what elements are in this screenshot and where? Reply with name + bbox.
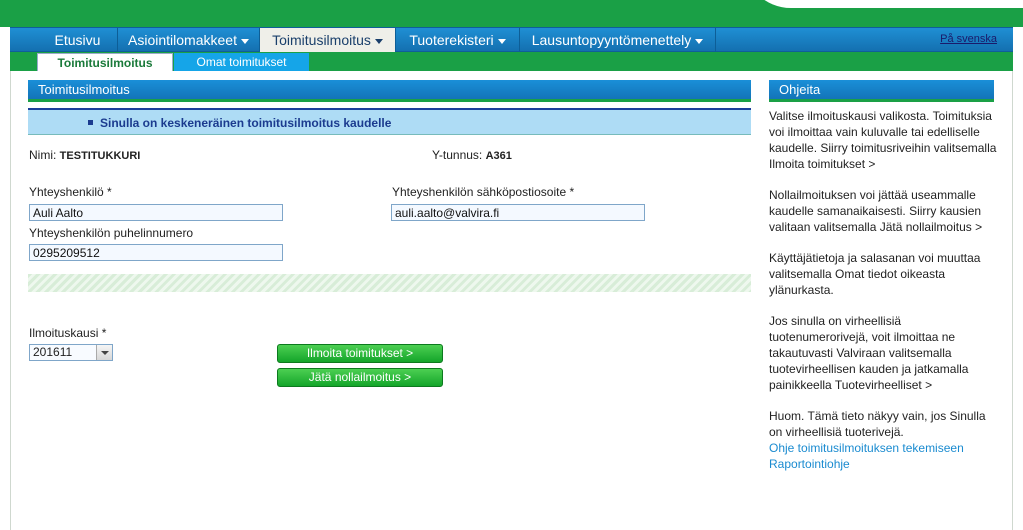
phone-input[interactable] bbox=[29, 244, 283, 261]
name-label: Nimi: bbox=[29, 148, 57, 162]
chevron-down-icon bbox=[240, 38, 249, 44]
nav-item-asiointilomakkeet[interactable]: Asiointilomakkeet bbox=[118, 28, 260, 52]
nav-item-etusivu[interactable]: Etusivu bbox=[38, 28, 118, 52]
phone-label: Yhteyshenkilön puhelinnumero bbox=[29, 226, 194, 240]
language-link[interactable]: På svenska bbox=[940, 33, 997, 45]
help-paragraph: Käyttäjätietoja ja salasanan voi muuttaa… bbox=[769, 251, 981, 297]
section-divider bbox=[28, 274, 751, 292]
help-paragraph: Huom. Tämä tieto näkyy vain, jos Sinulla… bbox=[769, 409, 986, 439]
sub-nav: Toimitusilmoitus Omat toimitukset bbox=[10, 52, 1013, 71]
help-paragraph: Jos sinulla on virheellisiä tuotenumeror… bbox=[769, 314, 969, 392]
main-panel-title: Toimitusilmoitus bbox=[28, 80, 751, 102]
subtab-toimitusilmoitus[interactable]: Toimitusilmoitus bbox=[37, 53, 173, 71]
status-notice: Sinulla on keskeneräinen toimitusilmoitu… bbox=[28, 108, 751, 135]
contact-label: Yhteyshenkilö * bbox=[29, 185, 112, 199]
help-paragraph: Nollailmoituksen voi jättää useammalle k… bbox=[769, 188, 983, 234]
notice-text: Sinulla on keskeneräinen toimitusilmoitu… bbox=[88, 116, 391, 130]
chevron-down-icon bbox=[695, 38, 704, 44]
nav-item-label: Tuoterekisteri bbox=[409, 32, 494, 48]
nav-item-label: Toimitusilmoitus bbox=[272, 32, 371, 48]
nav-item-label: Lausuntopyyntömenettely bbox=[531, 32, 692, 48]
top-banner bbox=[0, 0, 1023, 27]
subtab-omat-toimitukset[interactable]: Omat toimitukset bbox=[174, 53, 309, 71]
chevron-down-icon[interactable] bbox=[96, 345, 112, 360]
ytunnus-label: Y-tunnus: bbox=[432, 148, 483, 162]
ytunnus-value: A361 bbox=[485, 150, 512, 162]
nav-item-lausuntopyyntomenettely[interactable]: Lausuntopyyntömenettely bbox=[520, 28, 716, 52]
help-panel-title: Ohjeita bbox=[769, 80, 994, 102]
period-label: Ilmoituskausi * bbox=[29, 326, 107, 340]
nav-item-toimitusilmoitus[interactable]: Toimitusilmoitus bbox=[260, 28, 396, 52]
help-paragraph: Valitse ilmoituskausi valikosta. Toimitu… bbox=[769, 109, 997, 171]
zero-report-button[interactable]: Jätä nollailmoitus > bbox=[277, 368, 443, 387]
chevron-down-icon bbox=[497, 38, 506, 44]
nav-item-label: Etusivu bbox=[54, 32, 101, 48]
period-select-value: 201611 bbox=[33, 345, 73, 359]
name-row: Nimi: TESTITUKKURI bbox=[29, 148, 140, 162]
help-link-instructions[interactable]: Ohje toimitusilmoituksen tekemiseen bbox=[769, 440, 997, 456]
help-link-reporting[interactable]: Raportointiohje bbox=[769, 456, 997, 472]
banner-swoosh bbox=[743, 0, 1023, 8]
help-body: Valitse ilmoituskausi valikosta. Toimitu… bbox=[769, 108, 997, 472]
contact-input[interactable] bbox=[29, 204, 283, 221]
email-label: Yhteyshenkilön sähköpostiosoite * bbox=[392, 185, 575, 199]
nav-item-label: Asiointilomakkeet bbox=[128, 32, 237, 48]
name-value: TESTITUKKURI bbox=[59, 150, 141, 162]
report-deliveries-button[interactable]: Ilmoita toimitukset > bbox=[277, 344, 443, 363]
main-nav: Etusivu Asiointilomakkeet Toimitusilmoit… bbox=[10, 27, 1013, 52]
email-input[interactable] bbox=[391, 204, 645, 221]
chevron-down-icon bbox=[374, 38, 383, 44]
ytunnus-row: Y-tunnus: A361 bbox=[432, 148, 512, 162]
nav-item-tuoterekisteri[interactable]: Tuoterekisteri bbox=[396, 28, 520, 52]
period-select[interactable]: 201611 bbox=[29, 344, 113, 361]
